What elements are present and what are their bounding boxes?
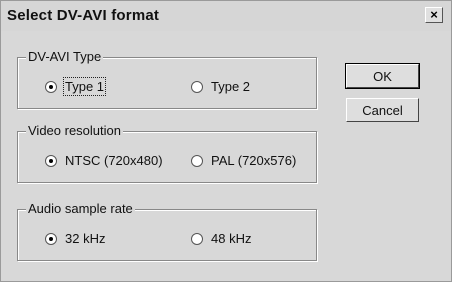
radio-label-type-2: Type 2 [211, 79, 251, 94]
radio-type-2[interactable]: Type 2 [191, 79, 250, 94]
title-bar: Select DV-AVI format × [1, 1, 451, 31]
close-button[interactable]: × [425, 7, 443, 23]
radio-button-selected[interactable] [45, 154, 57, 167]
radio-pal[interactable]: PAL (720x576) [191, 153, 296, 168]
radio-button[interactable] [191, 232, 203, 245]
radio-dot [49, 84, 53, 89]
radio-label-type-1: Type 1 [62, 77, 107, 96]
radio-label-pal: PAL (720x576) [211, 153, 297, 168]
dialog-window: Select DV-AVI format × DV-AVI Type Type … [0, 0, 452, 282]
ok-button[interactable]: OK [345, 63, 420, 89]
radio-dot [49, 158, 53, 163]
radio-button-selected[interactable] [45, 80, 57, 93]
cancel-button[interactable]: Cancel [346, 98, 419, 122]
dialog-title: Select DV-AVI format [7, 7, 160, 24]
radio-label-48khz: 48 kHz [211, 231, 252, 246]
group-label-dv-avi-type: DV-AVI Type [26, 49, 104, 64]
group-label-audio-sample-rate: Audio sample rate [26, 201, 135, 216]
radio-type-1[interactable]: Type 1 [45, 77, 107, 96]
radio-32khz[interactable]: 32 kHz [45, 231, 105, 246]
radio-button-selected[interactable] [45, 232, 57, 245]
radio-ntsc[interactable]: NTSC (720x480) [45, 153, 163, 168]
group-label-video-resolution: Video resolution [26, 123, 123, 138]
radio-button[interactable] [191, 154, 203, 167]
radio-dot [49, 236, 53, 241]
radio-button[interactable] [191, 80, 203, 93]
radio-label-32khz: 32 kHz [65, 231, 106, 246]
radio-48khz[interactable]: 48 kHz [191, 231, 251, 246]
radio-label-ntsc: NTSC (720x480) [65, 153, 163, 168]
